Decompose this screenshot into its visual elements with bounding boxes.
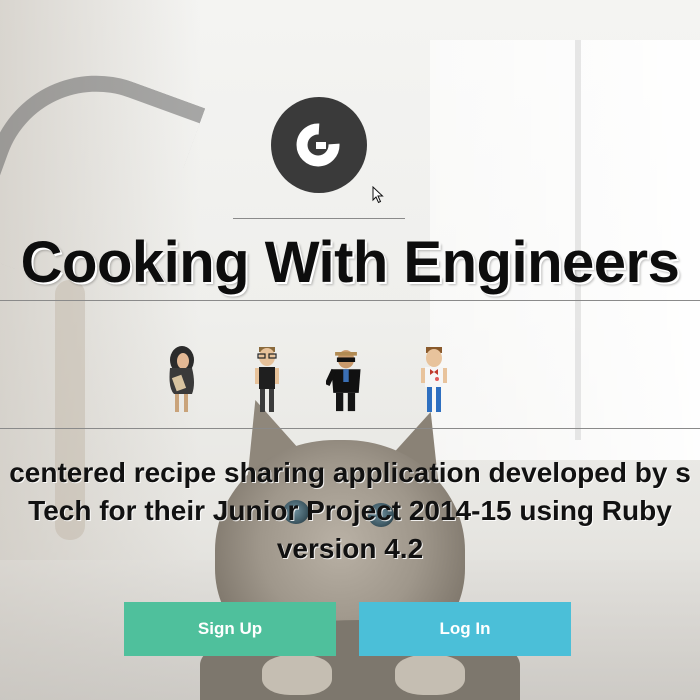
logo-divider <box>233 218 405 219</box>
mouse-cursor-icon <box>372 186 384 204</box>
sign-up-button[interactable]: Sign Up <box>124 602 336 656</box>
page-title: Cooking With Engineers <box>20 230 680 295</box>
team-divider <box>0 428 700 429</box>
title-divider <box>0 300 700 301</box>
team-avatars <box>0 344 700 420</box>
kitten-paw-right <box>395 655 465 695</box>
app-logo-icon <box>271 97 367 193</box>
description-line: Tech for their Junior Project 2014-15 us… <box>28 495 672 526</box>
kitten-paw-left <box>262 655 332 695</box>
description-line: version 4.2 <box>276 533 424 564</box>
app-description: centered recipe sharing application deve… <box>0 454 700 568</box>
person-with-glasses-icon <box>255 347 279 412</box>
person-with-bow-tie-icon <box>421 347 447 412</box>
person-in-hijab-icon <box>169 346 194 412</box>
log-in-button[interactable]: Log In <box>359 602 571 656</box>
landing-page: Cooking With Engineers centered recipe s… <box>0 0 700 700</box>
description-line: centered recipe sharing application deve… <box>9 457 691 488</box>
person-in-suit-with-sunglasses-icon <box>326 350 361 412</box>
